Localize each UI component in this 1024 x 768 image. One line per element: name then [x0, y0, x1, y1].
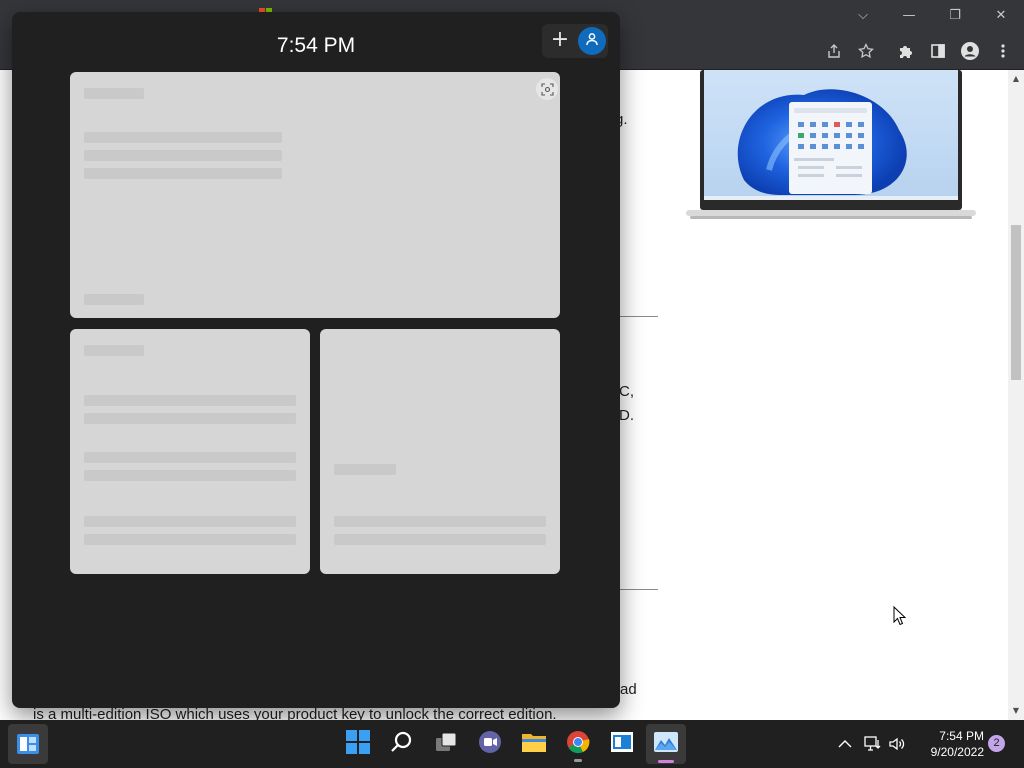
section-divider — [620, 316, 658, 317]
bookmark-star-icon[interactable] — [853, 38, 879, 64]
photos-icon — [653, 731, 679, 758]
network-icon[interactable] — [862, 733, 884, 755]
minimize-button[interactable]: — — [886, 0, 932, 30]
skeleton-line — [84, 470, 296, 481]
widget-card-loading-right[interactable] — [320, 329, 560, 574]
search-icon — [390, 730, 414, 759]
share-icon[interactable] — [821, 38, 847, 64]
app-window-icon — [610, 731, 634, 758]
widgets-button[interactable] — [8, 724, 48, 764]
extensions-puzzle-icon[interactable] — [893, 38, 919, 64]
volume-icon[interactable] — [886, 733, 908, 755]
scroll-thumb[interactable] — [1011, 225, 1021, 380]
skeleton-line — [84, 413, 296, 424]
user-icon — [585, 32, 599, 51]
skeleton-line — [84, 132, 282, 143]
taskbar-clock[interactable]: 7:54 PM 9/20/2022 — [912, 728, 984, 760]
mouse-pointer-icon — [893, 605, 907, 631]
widgets-profile-button[interactable] — [578, 27, 606, 55]
restore-button[interactable]: ❐ — [932, 0, 978, 30]
skeleton-line — [84, 294, 144, 305]
widget-card-loading-left[interactable] — [70, 329, 310, 574]
scroll-up-arrow-icon[interactable]: ▲ — [1011, 74, 1021, 84]
photos-button[interactable] — [646, 724, 686, 764]
widgets-panel: 7:54 PM + — [12, 12, 620, 708]
chat-button[interactable] — [470, 724, 510, 764]
profile-icon[interactable] — [957, 38, 983, 64]
more-menu-icon[interactable] — [990, 38, 1016, 64]
notification-badge[interactable]: 2 — [988, 735, 1005, 752]
page-text-fragment: ad — [620, 681, 637, 698]
skeleton-line — [84, 88, 144, 99]
skeleton-line — [334, 464, 396, 475]
section-divider — [620, 589, 658, 590]
active-indicator — [658, 760, 674, 763]
app-window-button[interactable] — [602, 724, 642, 764]
chrome-icon — [566, 730, 590, 759]
skeleton-line — [84, 150, 282, 161]
skeleton-line — [84, 452, 296, 463]
skeleton-line — [84, 168, 282, 179]
task-view-button[interactable] — [426, 724, 466, 764]
windows-11-laptop-image — [684, 70, 979, 245]
show-hidden-icons-chevron-icon[interactable] — [834, 733, 856, 755]
widget-card-loading-large[interactable] — [70, 72, 560, 318]
file-explorer-button[interactable] — [514, 724, 554, 764]
search-button[interactable] — [382, 724, 422, 764]
side-panel-icon[interactable] — [925, 38, 951, 64]
skeleton-line — [84, 345, 144, 356]
clock-date: 9/20/2022 — [930, 745, 984, 759]
skeleton-line — [334, 516, 546, 527]
windows-logo-icon — [346, 729, 370, 759]
running-indicator — [574, 759, 582, 762]
skeleton-line — [84, 395, 296, 406]
skeleton-line — [334, 534, 546, 545]
taskbar: 7:54 PM 9/20/2022 2 — [0, 720, 1024, 768]
add-widget-button[interactable]: + — [546, 27, 574, 55]
widgets-header-actions: + — [542, 24, 608, 58]
scroll-down-arrow-icon[interactable]: ▼ — [1011, 706, 1021, 716]
chat-icon — [478, 730, 502, 759]
tab-search-chevron-icon[interactable]: ⌵ — [840, 0, 886, 30]
skeleton-line — [84, 516, 296, 527]
page-scrollbar[interactable]: ▲ ▼ — [1008, 70, 1024, 720]
skeleton-line — [84, 534, 296, 545]
page-body-text: is a multi-edition ISO which uses your p… — [33, 706, 557, 720]
clock-time: 7:54 PM — [939, 729, 984, 743]
close-window-button[interactable]: ✕ — [978, 0, 1024, 30]
folder-icon — [521, 731, 547, 758]
task-view-icon — [434, 730, 458, 759]
widgets-time: 7:54 PM — [276, 34, 356, 57]
page-text-fragment: C, — [619, 383, 634, 400]
page-text-fragment: D. — [619, 407, 634, 424]
start-button[interactable] — [338, 724, 378, 764]
screen-capture-icon[interactable] — [536, 78, 558, 100]
chrome-button[interactable] — [558, 724, 598, 764]
